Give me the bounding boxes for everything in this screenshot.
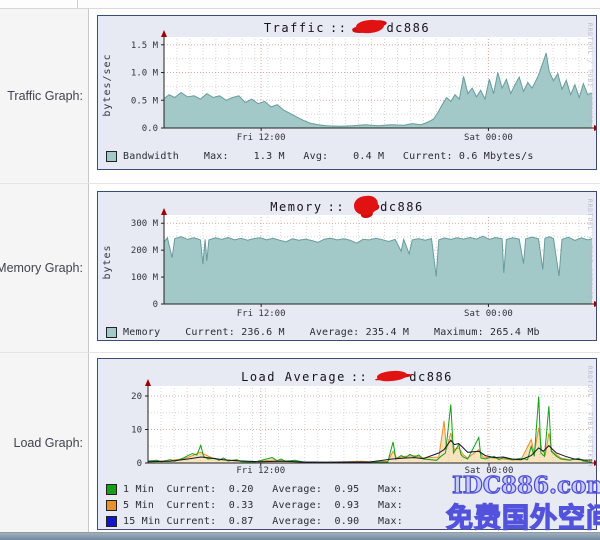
- svg-text:Sat 00:00: Sat 00:00: [464, 133, 513, 143]
- graph-title-separator: ::: [330, 21, 347, 35]
- svg-text:bytes: bytes: [102, 244, 113, 279]
- sidebar-label-text: Memory Graph:: [0, 261, 83, 275]
- legend-text: 1 Min Current: 0.20 Average: 0.95 Max:: [123, 484, 440, 495]
- sidebar-label-text: Traffic Graph:: [7, 89, 83, 103]
- rrdtool-watermark: RRDTOOL / TOBI OETIKER: [586, 23, 593, 160]
- svg-text:0.5 M: 0.5 M: [131, 96, 159, 106]
- legend-swatch: [106, 500, 117, 511]
- graph-title: Load Average :: dc886: [98, 370, 596, 384]
- svg-text:300 M: 300 M: [131, 219, 159, 229]
- legend-swatch: [106, 327, 117, 338]
- table-column-divider: [77, 0, 78, 8]
- graph-title-host: dc886: [380, 200, 424, 214]
- memory-graph-panel[interactable]: Memory :: dc886 0 100 M 200 M 300 MFri 12:0…: [97, 191, 597, 341]
- load-graph-panel[interactable]: Load Average :: dc886 0 10 20Fri 12:00 Sat …: [97, 358, 597, 530]
- sidebar: Traffic Graph: Memory Graph: Load Graph:: [0, 9, 89, 533]
- svg-text:Fri 12:00: Fri 12:00: [237, 309, 286, 319]
- svg-text:Sat 00:00: Sat 00:00: [464, 309, 513, 319]
- rrdtool-watermark: RRDTOOL / TOBI OETIKER: [586, 199, 593, 331]
- svg-text:bytes/sec: bytes/sec: [102, 53, 113, 116]
- legend-row: 1 Min Current: 0.20 Average: 0.95 Max:: [106, 481, 440, 497]
- legend-row: 5 Min Current: 0.33 Average: 0.93 Max:: [106, 497, 440, 513]
- sidebar-label-load: Load Graph:: [0, 352, 88, 533]
- redaction-scribble: [353, 195, 379, 216]
- graph-title-separator: ::: [351, 370, 368, 384]
- redaction-scribble: [356, 19, 385, 35]
- sidebar-label-text: Load Graph:: [14, 436, 84, 450]
- legend-text: 5 Min Current: 0.33 Average: 0.93 Max:: [123, 500, 440, 511]
- sidebar-label-traffic: Traffic Graph:: [0, 9, 88, 183]
- graph-title: Memory :: dc886: [98, 196, 596, 217]
- legend-text: Memory Current: 236.6 M Average: 235.4 M…: [123, 327, 540, 338]
- graph-legend: Bandwidth Max: 1.3 M Avg: 0.4 M Current:…: [106, 149, 534, 164]
- bottom-bar: [0, 532, 600, 540]
- sidebar-label-memory: Memory Graph:: [0, 183, 88, 352]
- svg-text:1.0 M: 1.0 M: [131, 69, 159, 79]
- svg-text:Fri 12:00: Fri 12:00: [237, 133, 286, 143]
- graph-title-host: dc886: [386, 21, 430, 35]
- svg-text:0.0: 0.0: [142, 124, 158, 134]
- row-divider: [0, 352, 600, 353]
- svg-text:0: 0: [153, 300, 158, 310]
- top-divider: [0, 0, 600, 9]
- graph-title-separator: ::: [328, 200, 345, 214]
- svg-text:1.5 M: 1.5 M: [131, 41, 159, 51]
- svg-text:200 M: 200 M: [131, 246, 159, 256]
- graph-title-metric: Load Average: [241, 370, 346, 384]
- legend-swatch: [106, 151, 117, 162]
- svg-text:0: 0: [137, 459, 142, 469]
- graph-title: Traffic :: dc886: [98, 20, 596, 35]
- legend-text: Bandwidth Max: 1.3 M Avg: 0.4 M Current:…: [123, 151, 534, 162]
- rrdtool-watermark: RRDTOOL / TOBI OETIKER: [586, 366, 593, 520]
- graph-legend: 1 Min Current: 0.20 Average: 0.95 Max: 5…: [106, 481, 440, 529]
- svg-text:100 M: 100 M: [131, 273, 159, 283]
- legend-swatch: [106, 516, 117, 527]
- svg-text:20: 20: [131, 392, 142, 402]
- graph-legend: Memory Current: 236.6 M Average: 235.4 M…: [106, 325, 540, 340]
- row-divider: [0, 183, 600, 184]
- traffic-graph-panel[interactable]: Traffic :: dc886 0.0 0.5 M 1.0 M 1.5 MFri 1…: [97, 15, 597, 170]
- graph-title-metric: Memory: [270, 200, 322, 214]
- svg-text:Sat 00:00: Sat 00:00: [465, 466, 514, 476]
- svg-text:Fri 12:00: Fri 12:00: [236, 466, 285, 476]
- svg-text:10: 10: [131, 426, 142, 436]
- legend-text: 15 Min Current: 0.87 Average: 0.90 Max:: [123, 516, 440, 527]
- redaction-scribble: [377, 369, 408, 382]
- graphs-page: Traffic Graph: Memory Graph: Load Graph:…: [0, 0, 600, 540]
- legend-row: Bandwidth Max: 1.3 M Avg: 0.4 M Current:…: [106, 149, 534, 164]
- legend-swatch: [106, 484, 117, 495]
- graph-title-metric: Traffic: [264, 21, 325, 35]
- chart-svg: 0.0 0.5 M 1.0 M 1.5 M Fri 12:00 Sat 00:00 byte…: [98, 16, 596, 169]
- legend-row: Memory Current: 236.6 M Average: 235.4 M…: [106, 325, 540, 340]
- legend-row: 15 Min Current: 0.87 Average: 0.90 Max:: [106, 513, 440, 529]
- graph-title-host: dc886: [409, 370, 453, 384]
